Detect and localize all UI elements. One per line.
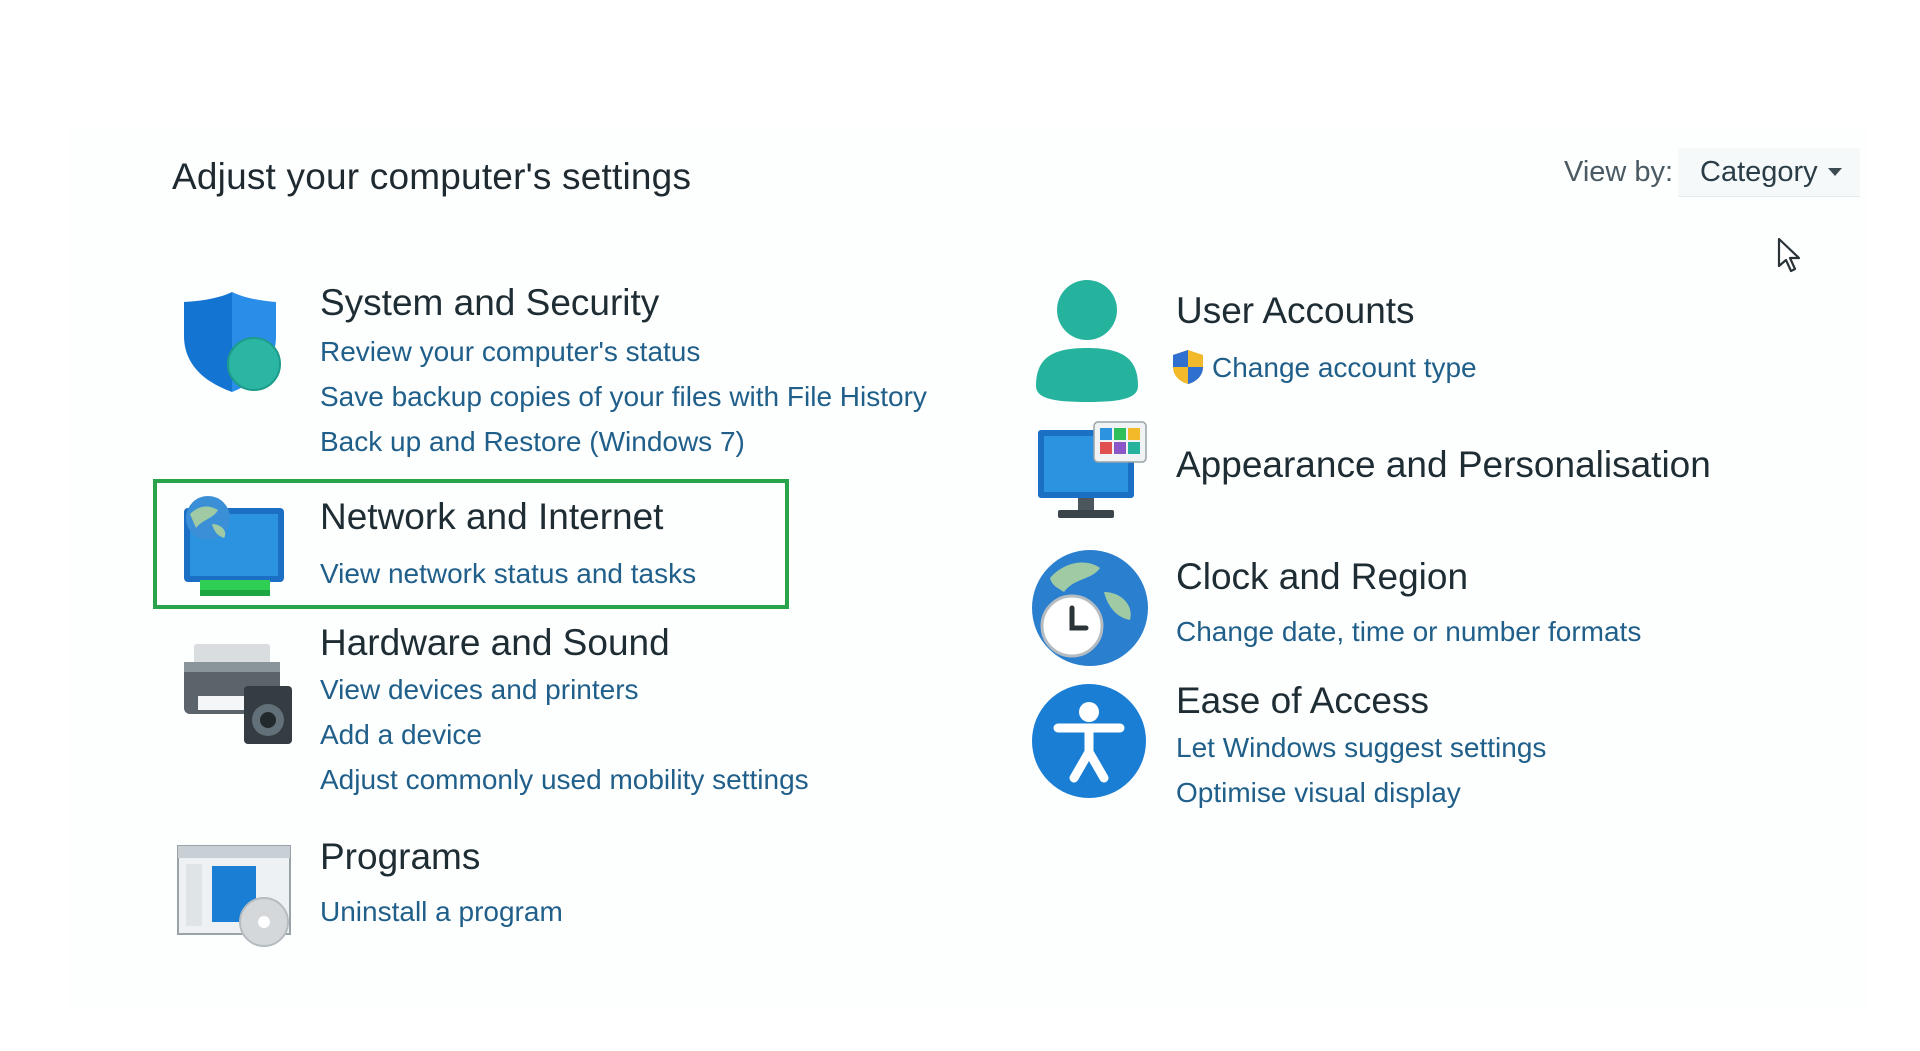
chevron-down-icon xyxy=(1827,168,1842,176)
page-title: Adjust your computer's settings xyxy=(172,156,692,197)
view-by-value: Category xyxy=(1700,155,1818,188)
review-status-link[interactable]: Review your computer's status xyxy=(320,336,700,368)
monitor-palette-icon xyxy=(1038,421,1147,518)
mouse-cursor-icon xyxy=(1777,237,1801,273)
category-title[interactable]: Clock and Region xyxy=(1176,556,1468,598)
view-by-label: View by: xyxy=(1564,156,1674,188)
view-by-dropdown[interactable]: Category xyxy=(1678,148,1860,197)
optimise-display-link[interactable]: Optimise visual display xyxy=(1176,777,1461,809)
backup-restore-link[interactable]: Back up and Restore (Windows 7) xyxy=(320,426,745,458)
programs-disc-icon xyxy=(177,845,291,947)
accessibility-icon xyxy=(1032,684,1146,798)
mobility-settings-link[interactable]: Adjust commonly used mobility settings xyxy=(320,764,809,796)
uac-shield-icon xyxy=(1173,350,1203,384)
category-title[interactable]: System and Security xyxy=(320,282,659,324)
shield-icon xyxy=(184,292,281,392)
file-history-link[interactable]: Save backup copies of your files with Fi… xyxy=(320,381,927,413)
user-icon xyxy=(1036,280,1138,402)
category-title[interactable]: Appearance and Personalisation xyxy=(1176,444,1711,486)
add-device-link[interactable]: Add a device xyxy=(320,719,482,751)
highlight-box xyxy=(153,479,789,609)
category-title[interactable]: Programs xyxy=(320,836,480,878)
change-account-type-link[interactable]: Change account type xyxy=(1212,352,1477,384)
suggest-settings-link[interactable]: Let Windows suggest settings xyxy=(1176,732,1546,764)
printer-speaker-icon xyxy=(184,644,292,744)
category-title[interactable]: User Accounts xyxy=(1176,290,1415,332)
devices-printers-link[interactable]: View devices and printers xyxy=(320,674,639,706)
clock-globe-icon xyxy=(1032,550,1148,666)
change-formats-link[interactable]: Change date, time or number formats xyxy=(1176,616,1641,648)
uninstall-program-link[interactable]: Uninstall a program xyxy=(320,896,563,928)
category-title[interactable]: Ease of Access xyxy=(1176,680,1429,722)
category-title[interactable]: Hardware and Sound xyxy=(320,622,670,664)
